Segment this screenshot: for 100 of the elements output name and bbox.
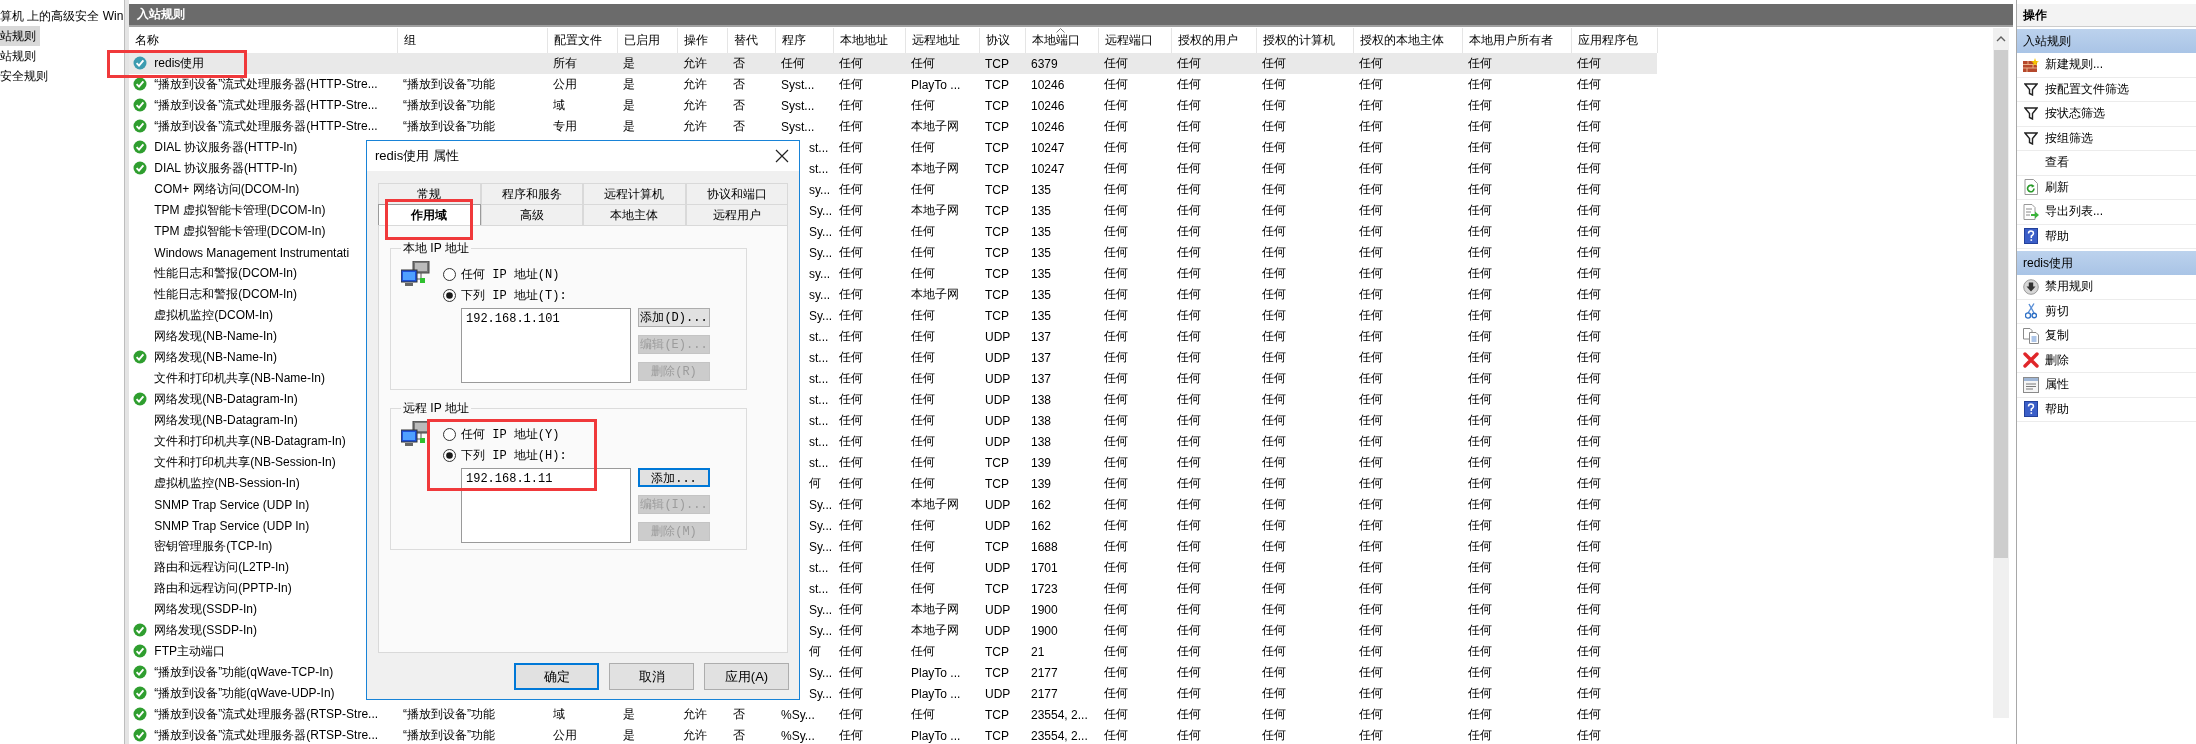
rule-name[interactable]: COM+ 网络访问(DCOM-In) bbox=[154, 182, 300, 196]
rule-name[interactable]: 路由和远程访问(PPTP-In) bbox=[154, 581, 292, 595]
table-cell: st... bbox=[809, 581, 829, 596]
rule-name[interactable]: 性能日志和警报(DCOM-In) bbox=[154, 287, 297, 301]
rule-name[interactable]: 性能日志和警报(DCOM-In) bbox=[154, 266, 297, 280]
radio-button[interactable]: 下列 IP 地址(H): bbox=[443, 445, 567, 466]
action-item[interactable]: 帮助 bbox=[2017, 224, 2196, 249]
dialog-button[interactable]: 添加(D)... bbox=[638, 308, 710, 327]
rule-name[interactable]: DIAL 协议服务器(HTTP-In) bbox=[154, 161, 298, 175]
tree-item[interactable]: 站规则 bbox=[0, 46, 40, 66]
rule-name[interactable]: 网络发现(NB-Datagram-In) bbox=[154, 392, 298, 406]
section-header[interactable]: redis使用 bbox=[2017, 251, 2196, 275]
rule-name[interactable]: 文件和打印机共享(NB-Datagram-In) bbox=[154, 434, 346, 448]
tab[interactable]: 作用域 bbox=[378, 204, 481, 225]
table-cell: 任何 bbox=[1104, 497, 1128, 511]
action-item[interactable]: 按配置文件筛选 bbox=[2017, 77, 2196, 102]
table-cell: 任何 bbox=[1577, 518, 1601, 532]
action-item[interactable]: 帮助 bbox=[2017, 397, 2196, 422]
dialog-button[interactable]: 确定 bbox=[514, 663, 599, 690]
action-item[interactable]: 新建规则... bbox=[2017, 53, 2196, 78]
ip-address-list[interactable]: 192.168.1.11 bbox=[461, 468, 631, 543]
table-cell: 10246 bbox=[1031, 98, 1065, 113]
action-item[interactable]: 属性 bbox=[2017, 373, 2196, 398]
rule-name[interactable]: 虚拟机监控(DCOM-In) bbox=[154, 308, 273, 322]
table-cell: 任何 bbox=[1177, 329, 1201, 343]
table-cell: 任何 bbox=[1104, 329, 1128, 343]
table-cell: TCP bbox=[985, 266, 1009, 281]
rule-name[interactable]: Windows Management Instrumentati bbox=[154, 245, 350, 260]
table-cell: st... bbox=[809, 560, 829, 575]
rule-name[interactable]: TPM 虚拟智能卡管理(DCOM-In) bbox=[154, 224, 326, 238]
table-cell: 任何 bbox=[1577, 266, 1601, 280]
table-cell: 任何 bbox=[1468, 539, 1492, 553]
action-item[interactable]: 按组筛选 bbox=[2017, 126, 2196, 151]
rule-name[interactable]: “播放到设备”流式处理服务器(RTSP-Stre... bbox=[154, 707, 379, 721]
ip-address-list[interactable]: 192.168.1.101 bbox=[461, 308, 631, 383]
tree-item[interactable]: 站规则 bbox=[0, 26, 40, 46]
rule-name[interactable]: 虚拟机监控(NB-Session-In) bbox=[154, 476, 300, 490]
close-icon[interactable] bbox=[775, 149, 789, 163]
rule-name[interactable]: 网络发现(SSDP-In) bbox=[154, 602, 258, 616]
radio-button[interactable]: 下列 IP 地址(T): bbox=[443, 285, 567, 306]
rule-name[interactable]: “播放到设备”流式处理服务器(HTTP-Stre... bbox=[154, 77, 378, 91]
table-cell: 任何 bbox=[1177, 728, 1201, 742]
rule-name[interactable]: redis使用 bbox=[154, 56, 205, 70]
table-cell: TCP bbox=[985, 161, 1009, 176]
rule-name[interactable]: SNMP Trap Service (UDP In) bbox=[154, 497, 310, 512]
action-item[interactable]: 按状态筛选 bbox=[2017, 102, 2196, 127]
rule-name[interactable]: “播放到设备”功能(qWave-UDP-In) bbox=[154, 686, 335, 700]
rule-name[interactable]: “播放到设备”流式处理服务器(HTTP-Stre... bbox=[154, 119, 378, 133]
table-cell: 任何 bbox=[1177, 245, 1201, 259]
radio-icon[interactable] bbox=[443, 428, 456, 441]
rule-name[interactable]: 文件和打印机共享(NB-Name-In) bbox=[154, 371, 325, 385]
tab[interactable]: 协议和端口 bbox=[685, 183, 788, 204]
radio-icon[interactable] bbox=[443, 449, 456, 462]
tab[interactable]: 远程计算机 bbox=[583, 183, 686, 204]
table-cell: 任何 bbox=[1104, 644, 1128, 658]
table-cell: 任何 bbox=[1468, 308, 1492, 322]
tab[interactable]: 程序和服务 bbox=[480, 183, 583, 204]
dialog-button[interactable]: 取消 bbox=[609, 663, 694, 690]
tree-item[interactable]: 安全规则 bbox=[0, 66, 52, 86]
list-item[interactable]: 192.168.1.11 bbox=[466, 472, 626, 486]
rule-name[interactable]: DIAL 协议服务器(HTTP-In) bbox=[154, 140, 298, 154]
table-cell: 否 bbox=[733, 56, 745, 70]
table-cell: 任何 bbox=[1359, 392, 1383, 406]
radio-icon[interactable] bbox=[443, 289, 456, 302]
rule-name[interactable]: 网络发现(NB-Name-In) bbox=[154, 329, 277, 343]
rule-name[interactable]: 网络发现(NB-Name-In) bbox=[154, 350, 277, 364]
scrollbar[interactable] bbox=[1993, 28, 2009, 718]
rule-name[interactable]: TPM 虚拟智能卡管理(DCOM-In) bbox=[154, 203, 326, 217]
help-icon bbox=[2024, 228, 2038, 245]
action-item[interactable]: 刷新 bbox=[2017, 175, 2196, 200]
radio-button[interactable]: 任何 IP 地址(Y) bbox=[443, 424, 560, 445]
rule-name[interactable]: “播放到设备”流式处理服务器(HTTP-Stre... bbox=[154, 98, 378, 112]
action-item[interactable]: 导出列表... bbox=[2017, 200, 2196, 225]
tab[interactable]: 远程用户 bbox=[685, 204, 788, 225]
rule-name[interactable]: 网络发现(NB-Datagram-In) bbox=[154, 413, 298, 427]
tab[interactable]: 高级 bbox=[480, 204, 583, 225]
tab[interactable]: 本地主体 bbox=[583, 204, 686, 225]
rule-name[interactable]: “播放到设备”流式处理服务器(RTSP-Stre... bbox=[154, 728, 379, 742]
filter-icon bbox=[2024, 107, 2038, 121]
action-item[interactable]: 查看 bbox=[2017, 151, 2196, 176]
rule-name[interactable]: 密钥管理服务(TCP-In) bbox=[154, 539, 273, 553]
rule-name[interactable]: 网络发现(SSDP-In) bbox=[154, 623, 258, 637]
tree-item[interactable]: 算机 上的高级安全 Win bbox=[0, 6, 124, 26]
table-cell: 任何 bbox=[1577, 77, 1601, 91]
list-item[interactable]: 192.168.1.101 bbox=[466, 312, 626, 326]
rule-name[interactable]: “播放到设备”功能(qWave-TCP-In) bbox=[154, 665, 334, 679]
dialog-button[interactable]: 添加... bbox=[638, 468, 710, 487]
rule-name[interactable]: FTP主动端口 bbox=[154, 644, 225, 658]
rule-name[interactable]: 文件和打印机共享(NB-Session-In) bbox=[154, 455, 336, 469]
rule-name[interactable]: SNMP Trap Service (UDP In) bbox=[154, 518, 310, 533]
action-item[interactable]: 禁用规则 bbox=[2017, 275, 2196, 300]
section-header[interactable]: 入站规则 bbox=[2017, 29, 2196, 53]
dialog-button[interactable]: 应用(A) bbox=[704, 663, 789, 690]
action-item[interactable]: 复制 bbox=[2017, 324, 2196, 349]
action-item[interactable]: 删除 bbox=[2017, 348, 2196, 373]
action-item[interactable]: 剪切 bbox=[2017, 299, 2196, 324]
radio-button[interactable]: 任何 IP 地址(N) bbox=[443, 264, 560, 285]
table-cell: 任何 bbox=[1177, 56, 1201, 70]
radio-icon[interactable] bbox=[443, 268, 456, 281]
rule-name[interactable]: 路由和远程访问(L2TP-In) bbox=[154, 560, 290, 574]
